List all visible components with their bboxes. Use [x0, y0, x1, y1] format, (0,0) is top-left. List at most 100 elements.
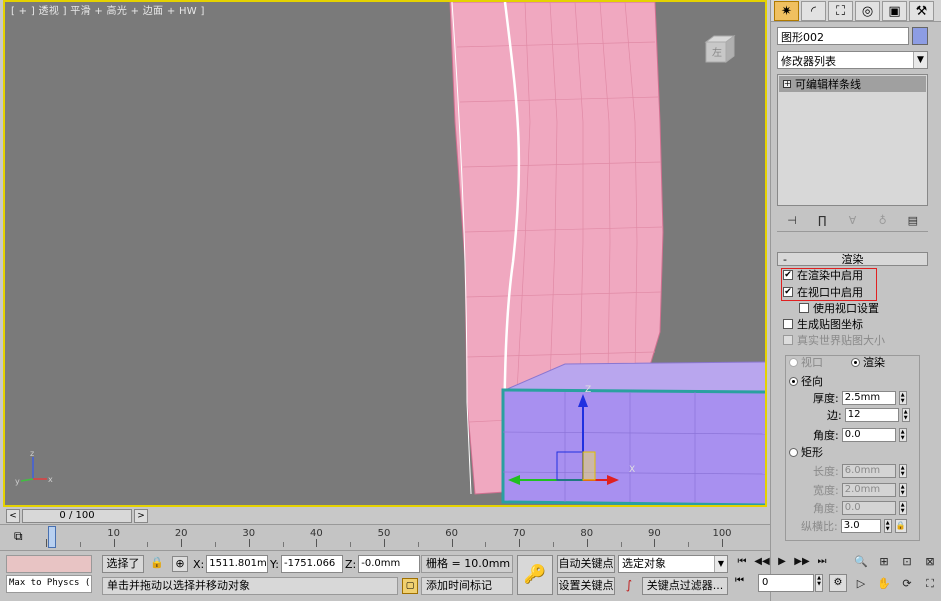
axis-tripod: z x y — [15, 449, 53, 486]
rectangular-radio-row[interactable]: 矩形 — [789, 445, 823, 459]
rectangular-radio[interactable] — [789, 447, 798, 457]
aspect-spinner[interactable]: 3.0 — [840, 519, 881, 533]
perspective-viewport[interactable]: [ + ] 透视 ] 平滑 + 高光 + 边面 + HW ] Z X 左 z x… — [3, 0, 767, 507]
time-configuration-icon[interactable]: ⚙ — [829, 574, 847, 592]
length-row: 长度: 6.0mm ▲ ▼ — [813, 464, 907, 478]
viewcube[interactable]: 左 — [702, 34, 738, 64]
key-selection-dropdown[interactable]: 选定对象 ▼ — [618, 555, 728, 573]
configure-sets-icon[interactable]: ▤ — [904, 213, 922, 229]
angle-spinner[interactable]: 0.0 — [841, 428, 896, 442]
rendering-rollout-header[interactable]: - 渲染 — [777, 252, 928, 266]
maximize-viewport-icon[interactable]: ⛶ — [920, 574, 940, 593]
use-viewport-settings-row[interactable]: 使用视口设置 — [799, 301, 879, 315]
modifier-list-dropdown[interactable]: 修改器列表 ▼ — [777, 51, 928, 69]
next-frame-icon[interactable]: ▶▶ — [793, 552, 811, 570]
motion-icon[interactable]: ◎ — [855, 1, 880, 21]
go-to-start-icon[interactable]: ⏮ — [733, 552, 751, 570]
y-field[interactable]: -1751.066 — [280, 555, 343, 573]
current-frame-marker[interactable] — [48, 526, 56, 548]
pan-icon[interactable]: ✋ — [874, 574, 894, 593]
radial-radio[interactable] — [789, 376, 798, 386]
use-viewport-settings-checkbox[interactable] — [799, 303, 809, 313]
time-slider-thumb[interactable]: 0 / 100 — [22, 509, 132, 523]
display-icon[interactable]: ▣ — [882, 1, 907, 21]
time-tag-icon[interactable]: ▢ — [402, 578, 418, 594]
stack-item-editable-spline[interactable]: + 可编辑样条线 — [779, 76, 926, 92]
z-field[interactable]: -0.0mm — [358, 555, 421, 573]
x-field[interactable]: 1511.801m — [206, 555, 269, 573]
absolute-mode-icon[interactable]: ⊕ — [172, 556, 188, 572]
width-row: 宽度: 2.0mm ▲ ▼ — [813, 483, 907, 497]
add-time-tag-button[interactable]: 添加时间标记 — [421, 577, 513, 595]
zoom-extents-all-icon[interactable]: ⊠ — [920, 552, 940, 571]
utilities-icon[interactable]: ⚒ — [909, 1, 934, 21]
selection-lock-icon[interactable]: 🔒 — [150, 556, 164, 572]
field-of-view-icon[interactable]: ▷ — [851, 574, 871, 593]
aspect-spinner-arrows[interactable]: ▲ ▼ — [883, 519, 892, 533]
go-to-end-icon[interactable]: ⏭ — [813, 552, 831, 570]
lock-aspect-icon[interactable]: 🔒 — [894, 519, 907, 533]
radial-radio-row[interactable]: 径向 — [789, 374, 823, 388]
maxscript-listener-input[interactable]: Max to Physcs ( — [6, 575, 92, 593]
modify-icon[interactable]: ◜ — [801, 1, 826, 21]
previous-frame-icon[interactable]: ◀◀ — [753, 552, 771, 570]
zoom-all-icon[interactable]: ⊞ — [874, 552, 894, 571]
default-tangent-icon[interactable]: ∫ — [618, 577, 640, 595]
time-slider-prev-button[interactable]: < — [6, 509, 20, 523]
maxscript-listener-output[interactable] — [6, 555, 92, 573]
collapse-icon[interactable]: - — [778, 253, 792, 266]
key-mode-toggle-icon[interactable]: ⏮ — [735, 575, 753, 591]
thickness-spinner[interactable]: 2.5mm — [841, 391, 896, 405]
ruler-tick-label: 30 — [242, 528, 256, 539]
z-coordinate: Z: -0.0mm — [345, 555, 421, 573]
generate-mapping-row[interactable]: 生成贴图坐标 — [783, 317, 863, 331]
show-end-result-icon[interactable]: ∏ — [813, 213, 831, 229]
key-filters-button[interactable]: 关键点过滤器... — [642, 577, 728, 595]
angle-spinner-arrows[interactable]: ▲ ▼ — [898, 428, 907, 442]
track-bar[interactable]: ⧉ 10 20 30 40 50 60 70 80 90 100 — [0, 524, 770, 550]
rect-angle-label: 角度: — [813, 502, 839, 515]
expand-icon[interactable]: + — [783, 80, 791, 88]
aspect-row: 纵横比: 3.0 ▲ ▼ 🔒 — [801, 519, 907, 533]
frame-ruler[interactable]: 10 20 30 40 50 60 70 80 90 100 — [46, 527, 732, 549]
ruler-tick — [451, 539, 453, 547]
time-slider-next-button[interactable]: > — [134, 509, 148, 523]
renderer-radio-row[interactable]: 渲染 — [851, 355, 885, 369]
thickness-row: 厚度: 2.5mm ▲ ▼ — [813, 391, 907, 405]
make-unique-icon[interactable]: ∀ — [843, 213, 861, 229]
ruler-tick-label: 50 — [377, 528, 391, 539]
create-icon[interactable]: ✷ — [774, 1, 799, 21]
hierarchy-icon[interactable]: ⛶ — [828, 1, 853, 21]
pin-stack-icon[interactable]: ⊣ — [783, 213, 801, 229]
set-key-mode-button[interactable]: 设置关键点 — [557, 577, 615, 595]
viewport-radio[interactable] — [789, 357, 798, 367]
remove-modifier-icon[interactable]: ♁ — [874, 213, 892, 229]
mini-curve-editor-icon[interactable]: ⧉ — [14, 529, 34, 547]
auto-key-button[interactable]: 自动关键点 — [557, 555, 615, 573]
object-name-field[interactable]: 图形002 — [777, 27, 909, 45]
real-world-map-label: 真实世界贴图大小 — [797, 334, 885, 347]
modifier-stack[interactable]: + 可编辑样条线 — [777, 74, 928, 206]
sides-spinner-arrows[interactable]: ▲ ▼ — [901, 408, 910, 422]
zoom-icon[interactable]: 🔍 — [851, 552, 871, 571]
command-panel-tabs: ✷ ◜ ⛶ ◎ ▣ ⚒ — [771, 0, 941, 22]
viewport-navigation-controls: 🔍 ⊞ ⊡ ⊠ ▷ ✋ ⟳ ⛶ — [851, 552, 939, 594]
set-key-icon[interactable]: 🔑 — [517, 555, 553, 595]
ruler-tick — [688, 542, 690, 547]
renderer-radio[interactable] — [851, 357, 860, 367]
zoom-extents-icon[interactable]: ⊡ — [897, 552, 917, 571]
viewport-radio-row[interactable]: 视口 — [789, 355, 823, 369]
current-frame-field[interactable]: 0 — [758, 574, 814, 592]
play-icon[interactable]: ▶ — [773, 552, 791, 570]
ruler-tick — [316, 539, 318, 547]
ruler-tick — [248, 539, 250, 547]
width-spinner: 2.0mm — [841, 483, 896, 497]
current-frame-spinner[interactable]: ▲ ▼ — [815, 574, 823, 592]
renderer-radio-label: 渲染 — [863, 356, 885, 369]
sides-spinner[interactable]: 12 — [844, 408, 899, 422]
object-color-swatch[interactable] — [912, 27, 928, 45]
thickness-spinner-arrows[interactable]: ▲ ▼ — [898, 391, 907, 405]
generate-mapping-checkbox[interactable] — [783, 319, 793, 329]
orbit-icon[interactable]: ⟳ — [897, 574, 917, 593]
rect-angle-row: 角度: 0.0 ▲ ▼ — [813, 501, 907, 515]
